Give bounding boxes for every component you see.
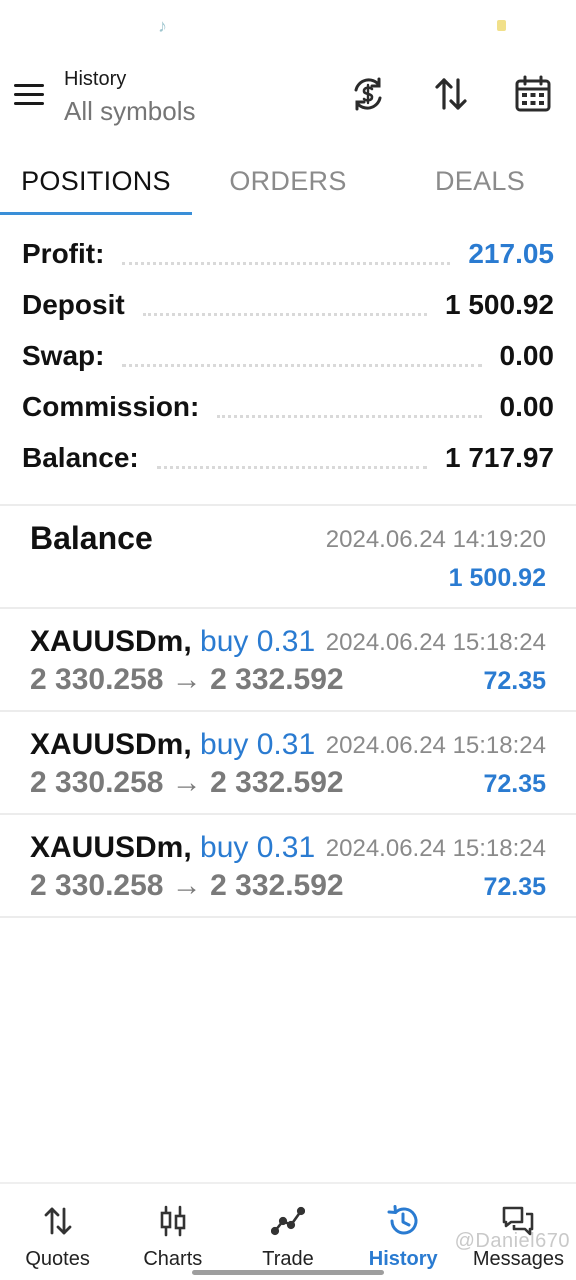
charts-icon [156,1204,190,1238]
position-symbol: XAUUSDm, [30,625,192,658]
summary-row-deposit: Deposit 1 500.92 [22,279,554,330]
balance-label: Balance: [22,441,139,473]
profit-label: Profit: [22,237,105,269]
dotted-leader [217,415,482,418]
symbol-filter[interactable]: All symbols [64,96,195,127]
position-symbol: XAUUSDm, [30,728,192,761]
nav-label-trade: Trade [262,1248,314,1270]
position-profit: 72.35 [483,873,546,901]
menu-line [14,83,44,87]
commission-value: 0.00 [499,390,555,422]
deposit-value: 1 500.92 [445,288,554,320]
dotted-leader [122,364,482,367]
position-title: XAUUSDm, buy 0.31 [30,625,315,659]
deposit-label: Deposit [22,288,125,320]
position-profit: 72.35 [483,667,546,695]
nav-quotes[interactable]: Quotes [0,1184,115,1280]
position-type: buy 0.31 [200,625,316,658]
position-time: 2024.06.24 15:18:24 [325,835,546,862]
active-tab-indicator [0,212,192,215]
history-tabs: POSITIONS ORDERS DEALS [0,136,576,218]
position-type: buy 0.31 [200,831,316,864]
nav-trade[interactable]: Trade [230,1184,345,1280]
position-time: 2024.06.24 15:18:24 [325,629,546,656]
currency-exchange-icon[interactable] [348,74,388,114]
swap-label: Swap: [22,339,105,371]
position-row[interactable]: XAUUSDm, buy 0.31 2024.06.24 15:18:24 2 … [0,609,576,712]
summary-row-swap: Swap: 0.00 [22,330,554,381]
position-prices: 2 330.258 → 2 332.592 [30,663,344,696]
position-row[interactable]: XAUUSDm, buy 0.31 2024.06.24 15:18:24 2 … [0,815,576,918]
sort-icon[interactable] [431,74,471,114]
nav-history[interactable]: History [346,1184,461,1280]
page-title: History [64,68,127,90]
nav-charts[interactable]: Charts [115,1184,230,1280]
summary-row-profit: Profit: 217.05 [22,228,554,279]
calendar-icon[interactable] [513,74,553,114]
position-profit: 72.35 [483,770,546,798]
tiktok-icon: ♪ [158,16,167,36]
balance-entry-amount: 1 500.92 [448,564,546,592]
position-type: buy 0.31 [200,728,316,761]
position-time: 2024.06.24 15:18:24 [325,732,546,759]
position-prices: 2 330.258 → 2 332.592 [30,869,344,902]
summary-row-balance: Balance: 1 717.97 [22,432,554,483]
position-symbol: XAUUSDm, [30,831,192,864]
balance-entry-title: Balance [30,520,153,556]
position-title: XAUUSDm, buy 0.31 [30,831,315,865]
balance-entry-time: 2024.06.24 14:19:20 [325,526,546,553]
summary-panel: Profit: 217.05 Deposit 1 500.92 Swap: 0.… [0,218,576,506]
status-bar: ♪ [0,0,576,52]
position-prices: 2 330.258 → 2 332.592 [30,766,344,799]
dotted-leader [122,262,451,265]
app-header: History All symbols [0,52,576,136]
trade-icon [270,1204,306,1238]
profit-value: 217.05 [468,237,554,269]
balance-entry[interactable]: Balance 2024.06.24 14:19:20 1 500.92 [0,506,576,609]
notification-dot-icon [497,20,506,31]
menu-line [14,92,44,96]
dotted-leader [142,313,427,316]
quotes-icon [41,1204,75,1238]
home-indicator[interactable] [192,1270,384,1275]
nav-label-history: History [368,1248,438,1270]
tab-positions[interactable]: POSITIONS [0,136,192,218]
position-title: XAUUSDm, buy 0.31 [30,728,315,762]
menu-line [14,101,44,105]
swap-value: 0.00 [499,339,555,371]
summary-row-commission: Commission: 0.00 [22,381,554,432]
nav-label-quotes: Quotes [25,1248,90,1270]
tab-orders[interactable]: ORDERS [192,136,384,218]
tab-deals[interactable]: DEALS [384,136,576,218]
nav-label-charts: Charts [143,1248,203,1270]
watermark-text: @Daniel670 [454,1230,570,1252]
menu-button[interactable] [14,76,50,112]
balance-value: 1 717.97 [445,441,554,473]
history-icon [386,1204,420,1238]
dotted-leader [156,466,427,469]
commission-label: Commission: [22,390,200,422]
position-row[interactable]: XAUUSDm, buy 0.31 2024.06.24 15:18:24 2 … [0,712,576,815]
